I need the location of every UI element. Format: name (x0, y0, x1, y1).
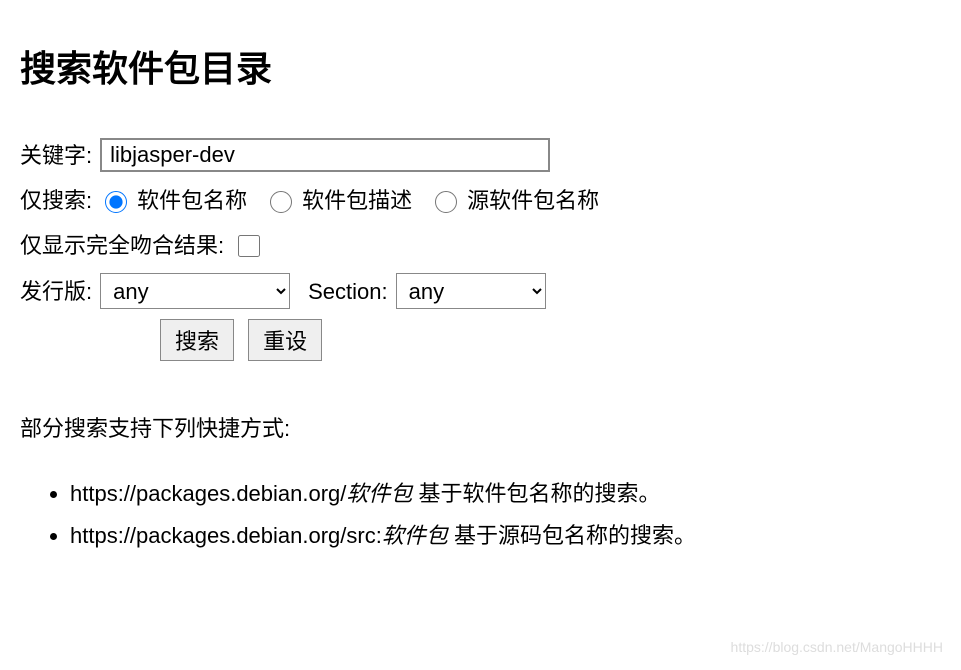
radio-src-pkg-name-group[interactable]: 源软件包名称 (430, 183, 599, 218)
radio-pkg-desc[interactable] (270, 191, 292, 213)
search-on-label: 仅搜索: (20, 183, 92, 218)
reset-button[interactable]: 重设 (248, 319, 322, 361)
list-item: https://packages.debian.org/软件包 基于软件包名称的… (70, 476, 941, 511)
shortcut-description: 基于软件包名称的搜索。 (412, 481, 660, 506)
keyword-row: 关键字: (20, 138, 941, 173)
radio-pkg-desc-group[interactable]: 软件包描述 (265, 183, 412, 218)
shortcut-description: 基于源码包名称的搜索。 (448, 523, 696, 548)
shortcuts-list: https://packages.debian.org/软件包 基于软件包名称的… (20, 476, 941, 552)
shortcut-url-prefix: https://packages.debian.org/src: (70, 523, 382, 548)
section-label: Section: (308, 274, 388, 309)
watermark: https://blog.csdn.net/MangoHHHH (731, 636, 943, 658)
radio-src-pkg-name-label: 源软件包名称 (467, 183, 599, 218)
search-on-row: 仅搜索: 软件包名称 软件包描述 源软件包名称 (20, 183, 941, 218)
exact-checkbox[interactable] (238, 235, 260, 257)
shortcut-param: 软件包 (346, 481, 412, 506)
list-item: https://packages.debian.org/src:软件包 基于源码… (70, 518, 941, 553)
exact-label: 仅显示完全吻合结果: (20, 228, 224, 263)
distribution-label: 发行版: (20, 274, 92, 309)
keyword-label: 关键字: (20, 138, 92, 173)
shortcuts-intro: 部分搜索支持下列快捷方式: (20, 411, 941, 446)
shortcut-url-prefix: https://packages.debian.org/ (70, 481, 346, 506)
dist-section-row: 发行版: any Section: any (20, 273, 941, 309)
search-button[interactable]: 搜索 (160, 319, 234, 361)
radio-pkg-name[interactable] (105, 191, 127, 213)
distribution-select[interactable]: any (100, 273, 290, 309)
radio-src-pkg-name[interactable] (435, 191, 457, 213)
radio-pkg-desc-label: 软件包描述 (302, 183, 412, 218)
radio-pkg-name-label: 软件包名称 (137, 183, 247, 218)
keyword-input[interactable] (100, 138, 550, 172)
section-select[interactable]: any (396, 273, 546, 309)
radio-pkg-name-group[interactable]: 软件包名称 (100, 183, 247, 218)
button-row: 搜索 重设 (160, 319, 941, 361)
shortcut-param: 软件包 (382, 523, 448, 548)
exact-row: 仅显示完全吻合结果: (20, 228, 941, 263)
page-title: 搜索软件包目录 (20, 40, 941, 98)
